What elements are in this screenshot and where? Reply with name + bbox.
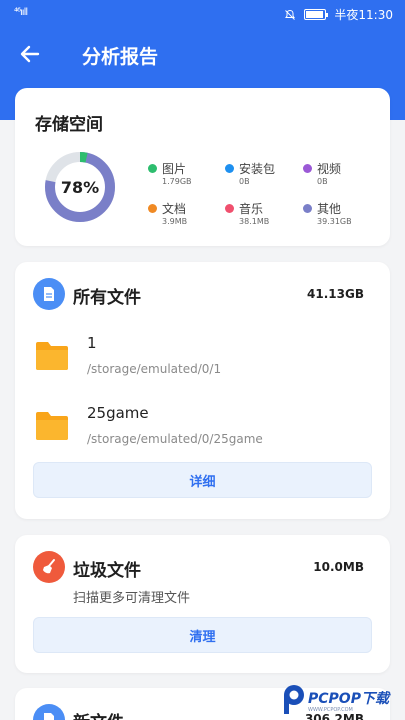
document-icon bbox=[33, 278, 65, 310]
folder-name: 1 bbox=[87, 334, 97, 352]
legend-label: 文档 bbox=[162, 202, 187, 216]
watermark-text: PCPOP下载 bbox=[308, 691, 389, 707]
legend-size: 38.1MB bbox=[239, 217, 270, 226]
legend-label: 其他 bbox=[317, 202, 342, 216]
junk-files-card: 垃圾文件 10.0MB 扫描更多可清理文件 清理 bbox=[15, 535, 390, 673]
legend-label: 安装包 bbox=[239, 162, 276, 176]
folder-row[interactable]: 25game /storage/emulated/0/25game bbox=[15, 400, 390, 456]
junk-title: 垃圾文件 bbox=[73, 561, 141, 581]
pcpop-logo-icon bbox=[284, 685, 304, 714]
folder-name: 25game bbox=[87, 404, 149, 422]
junk-subtitle: 扫描更多可清理文件 bbox=[73, 591, 191, 606]
page-title: 分析报告 bbox=[82, 46, 159, 68]
all-files-card: 所有文件 41.13GB 1 /storage/emulated/0/1 25g… bbox=[15, 262, 390, 519]
folder-row[interactable]: 1 /storage/emulated/0/1 bbox=[15, 330, 390, 386]
storage-card: 存储空间 78% 图片 1.79GB 安装包 0B 视频 0B 文档 3.9MB… bbox=[15, 88, 390, 246]
battery-icon bbox=[304, 9, 329, 20]
folder-icon bbox=[36, 412, 68, 440]
broom-icon bbox=[33, 551, 65, 583]
legend-item-images[interactable]: 图片 1.79GB bbox=[148, 160, 228, 190]
clean-button[interactable]: 清理 bbox=[33, 617, 372, 653]
legend-label: 视频 bbox=[317, 162, 342, 176]
legend-size: 39.31GB bbox=[317, 217, 352, 226]
folder-icon bbox=[36, 342, 68, 370]
storage-title: 存储空间 bbox=[35, 115, 103, 135]
details-button[interactable]: 详细 bbox=[33, 462, 372, 498]
legend-dot bbox=[148, 164, 157, 173]
storage-percent: 78% bbox=[60, 177, 100, 197]
legend-dot bbox=[225, 164, 234, 173]
legend-item-music[interactable]: 音乐 38.1MB bbox=[225, 200, 305, 230]
folder-path: /storage/emulated/0/1 bbox=[87, 362, 222, 376]
legend-size: 3.9MB bbox=[162, 217, 188, 226]
legend-dot bbox=[303, 164, 312, 173]
signal-icon: ⁴⁶ııll bbox=[14, 7, 28, 18]
legend-size: 0B bbox=[317, 177, 328, 186]
legend-dot bbox=[225, 204, 234, 213]
legend-label: 图片 bbox=[162, 162, 187, 176]
back-button[interactable] bbox=[14, 38, 46, 70]
legend-label: 音乐 bbox=[239, 202, 264, 216]
legend-dot bbox=[148, 204, 157, 213]
legend-item-videos[interactable]: 视频 0B bbox=[303, 160, 383, 190]
legend-size: 1.79GB bbox=[162, 177, 192, 186]
legend-item-other[interactable]: 其他 39.31GB bbox=[303, 200, 383, 230]
bell-off-icon bbox=[285, 9, 296, 20]
arrow-left-icon bbox=[20, 45, 40, 63]
legend-item-documents[interactable]: 文档 3.9MB bbox=[148, 200, 228, 230]
status-time: 半夜11:30 bbox=[334, 8, 393, 22]
status-bar-right: 半夜11:30 bbox=[284, 6, 393, 23]
legend-size: 0B bbox=[239, 177, 250, 186]
legend-dot bbox=[303, 204, 312, 213]
legend-item-packages[interactable]: 安装包 0B bbox=[225, 160, 305, 190]
all-files-size: 41.13GB bbox=[307, 287, 364, 301]
status-bar: ⁴⁶ııll 半夜11:30 bbox=[0, 0, 405, 28]
new-file-icon bbox=[33, 704, 65, 720]
new-files-title: 新文件 bbox=[73, 708, 124, 720]
watermark-subtext: WWW.PCPOP.COM bbox=[308, 707, 353, 713]
watermark-logo: PCPOP下载 WWW.PCPOP.COM bbox=[278, 684, 405, 720]
app-header: 分析报告 bbox=[0, 34, 405, 74]
all-files-title: 所有文件 bbox=[73, 288, 141, 308]
junk-size: 10.0MB bbox=[313, 560, 364, 574]
folder-path: /storage/emulated/0/25game bbox=[87, 432, 263, 446]
